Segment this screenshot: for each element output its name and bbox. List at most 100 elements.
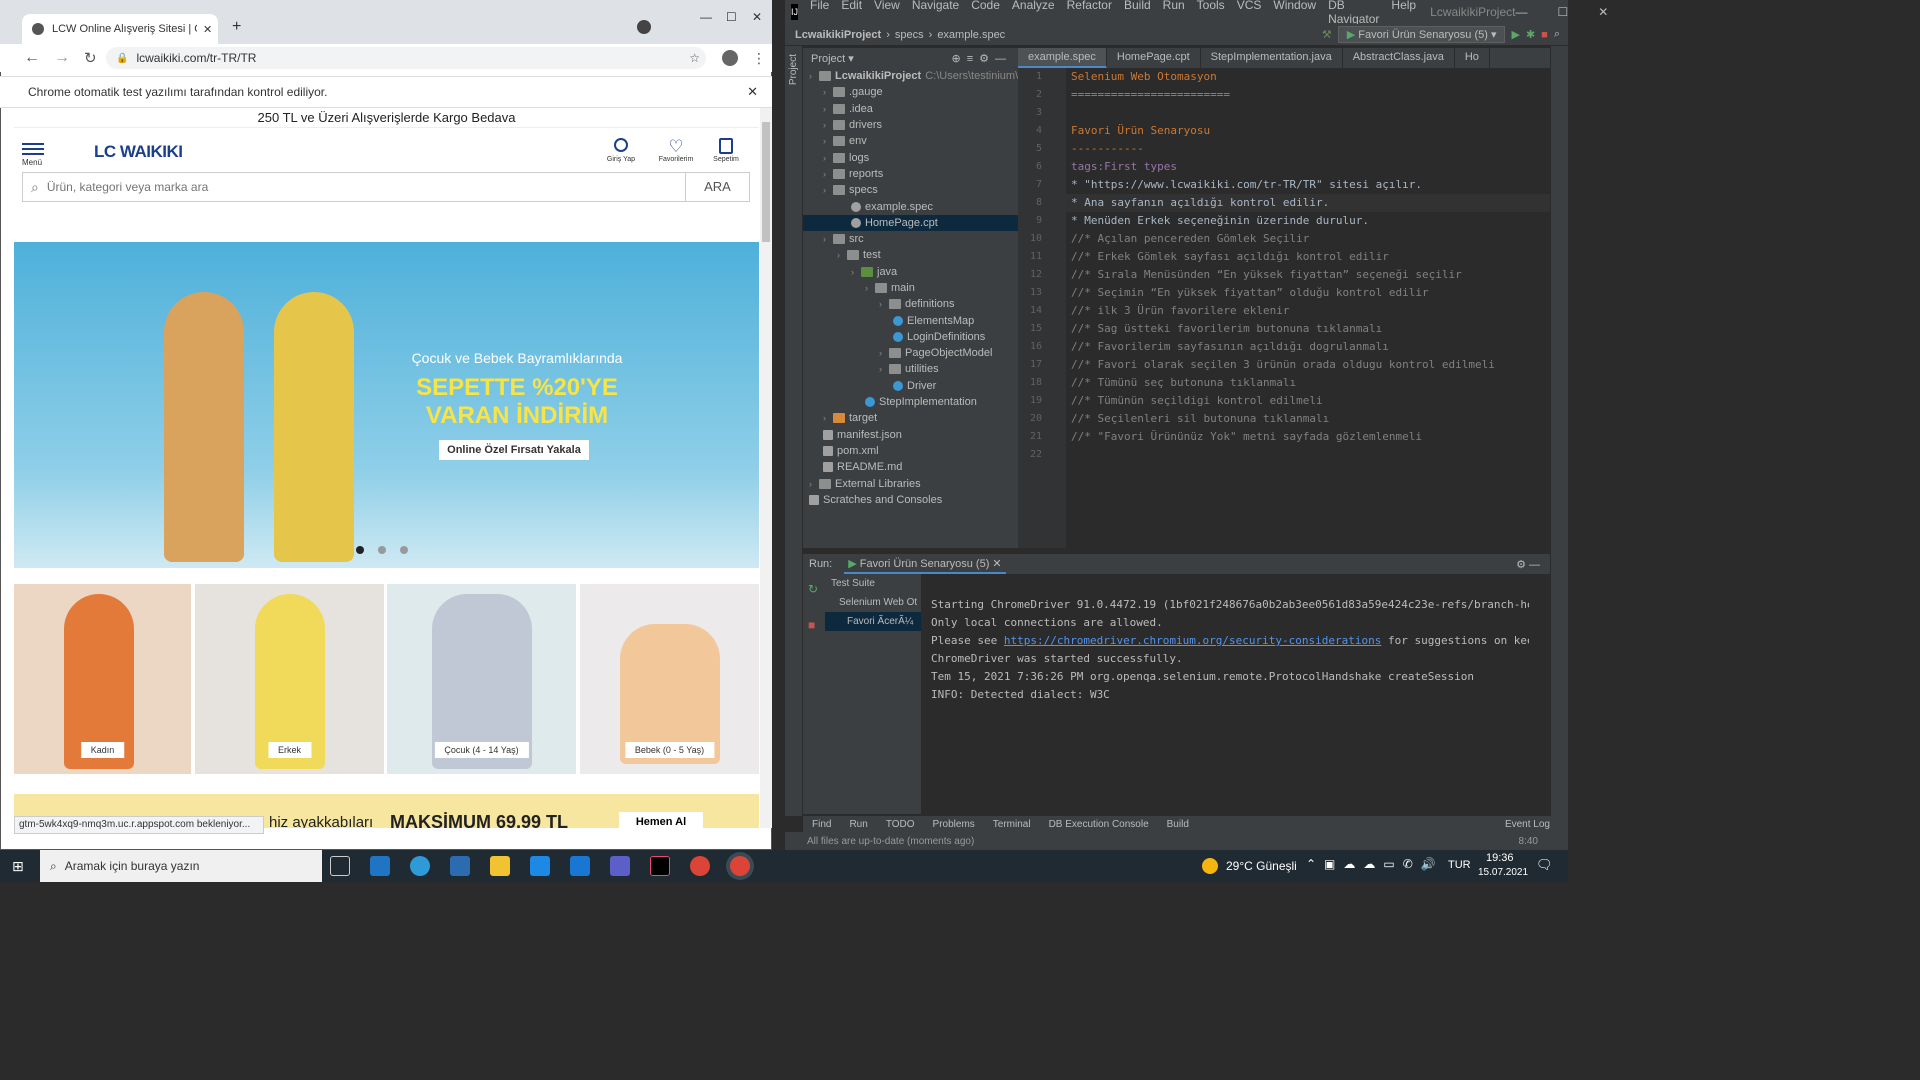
expand-arrow-icon[interactable]: › — [865, 283, 875, 293]
code-line[interactable]: //* Sırala Menüsünden “En yüksek fiyatta… — [1066, 266, 1550, 284]
run-console[interactable]: Starting ChromeDriver 91.0.4472.19 (1bf0… — [921, 596, 1529, 806]
expand-arrow-icon[interactable]: › — [823, 87, 833, 97]
chrome-active-taskbar-icon[interactable] — [730, 856, 750, 876]
expand-arrow-icon[interactable]: › — [823, 413, 833, 423]
code-line[interactable]: * Ana sayfanın açıldığı kontrol edilir. — [1066, 194, 1550, 212]
code-line[interactable]: //* Seçimin “En yüksek fiyattan” olduğu … — [1066, 284, 1550, 302]
menu-item[interactable]: Refactor — [1061, 0, 1118, 26]
expand-arrow-icon[interactable]: › — [823, 104, 833, 114]
code-line[interactable]: * "https://www.lcwaikiki.com/tr-TR/TR" s… — [1066, 176, 1550, 194]
editor-tab[interactable]: example.spec — [1018, 48, 1107, 68]
menu-item[interactable]: Navigate — [906, 0, 965, 26]
code-line[interactable]: ======================== — [1066, 86, 1550, 104]
chrome-menu-icon[interactable]: ⋮ — [752, 50, 766, 67]
close-icon[interactable]: ✕ — [1598, 5, 1608, 19]
event-log-tab[interactable]: Event Log — [1496, 819, 1568, 830]
category-kids[interactable]: Çocuk (4 - 14 Yaş) — [387, 584, 576, 774]
tree-item[interactable]: Scratches and Consoles — [803, 492, 1018, 508]
menu-item[interactable]: Analyze — [1006, 0, 1061, 26]
run-tree-item[interactable]: Favori ÃcerÃ¼ — [825, 612, 921, 631]
expand-arrow-icon[interactable]: › — [809, 479, 819, 489]
expand-arrow-icon[interactable]: › — [809, 71, 819, 81]
omnibox[interactable]: 🔒 lcwaikiki.com/tr-TR/TR ☆ — [106, 47, 706, 69]
menu-item[interactable]: Edit — [835, 0, 868, 26]
shipping-promo[interactable]: 250 TL ve Üzeri Alışverişlerde Kargo Bed… — [14, 108, 759, 128]
menu-item[interactable]: File — [804, 0, 835, 26]
tree-item[interactable]: › src — [803, 231, 1018, 247]
expand-arrow-icon[interactable]: › — [879, 348, 889, 358]
code-line[interactable]: * Menüden Erkek seçeneğinin üzerinde dur… — [1066, 212, 1550, 230]
reload-icon[interactable]: ↻ — [84, 49, 97, 67]
expand-arrow-icon[interactable]: › — [823, 185, 833, 195]
run-tab[interactable]: ▶ Favori Ürün Senaryosu (5) ✕ — [844, 555, 1006, 574]
tool-window-tab[interactable]: Build — [1158, 819, 1198, 830]
tree-item[interactable]: pom.xml — [803, 443, 1018, 459]
stop-icon[interactable]: ■ — [1541, 29, 1548, 41]
taskbar-search[interactable]: ⌕ Aramak için buraya yazın — [40, 850, 322, 882]
category-men[interactable]: Erkek — [195, 584, 384, 774]
tab-search-icon[interactable] — [637, 20, 651, 34]
code-line[interactable]: //* Seçilenleri sil butonuna tıklanmalı — [1066, 410, 1550, 428]
breadcrumb-project[interactable]: LcwaikikiProject — [785, 29, 881, 41]
tree-item[interactable]: › main — [803, 280, 1018, 296]
search-button[interactable]: ARA — [685, 173, 749, 201]
menu-item[interactable]: Tools — [1191, 0, 1231, 26]
expand-arrow-icon[interactable]: › — [823, 234, 833, 244]
code-line[interactable] — [1066, 104, 1550, 122]
code-editor[interactable]: Selenium Web Otomasyon ==================… — [1066, 68, 1550, 548]
project-panel-tools[interactable]: ⊕≡⚙— — [952, 52, 1019, 65]
stop-run-icon[interactable]: ■ — [803, 604, 825, 646]
tree-item[interactable]: Driver — [803, 378, 1018, 394]
menu-item[interactable]: View — [868, 0, 906, 26]
maximize-icon[interactable]: ☐ — [1557, 5, 1568, 19]
tree-item[interactable]: › logs — [803, 149, 1018, 165]
code-line[interactable]: ----------- — [1066, 140, 1550, 158]
file-explorer-icon[interactable] — [490, 856, 510, 876]
code-line[interactable]: Favori Ürün Senaryosu — [1066, 122, 1550, 140]
code-line[interactable]: //* Erkek Gömlek sayfası açıldığı kontro… — [1066, 248, 1550, 266]
tree-item[interactable]: › LcwaikikiProjectC:\Users\testinium\Des — [803, 68, 1018, 84]
new-tab-icon[interactable]: + — [232, 18, 241, 36]
run-icon[interactable]: ▶ — [1511, 28, 1519, 41]
tree-item[interactable]: StepImplementation — [803, 394, 1018, 410]
menu-button[interactable]: Menü — [22, 140, 44, 167]
back-icon[interactable]: ← — [24, 49, 40, 67]
tree-item[interactable]: › External Libraries — [803, 475, 1018, 491]
tree-item[interactable]: › java — [803, 264, 1018, 280]
tree-item[interactable]: › .gauge — [803, 84, 1018, 100]
menu-item[interactable]: Code — [965, 0, 1006, 26]
expand-arrow-icon[interactable]: › — [879, 364, 889, 374]
page-scrollbar[interactable] — [760, 108, 772, 828]
tool-window-tab[interactable]: Problems — [924, 819, 984, 830]
expand-arrow-icon[interactable]: › — [879, 299, 889, 309]
cart-button[interactable]: Sepetim — [708, 138, 744, 163]
rerun-icon[interactable]: ↻ — [803, 574, 825, 604]
search-everywhere-icon[interactable]: ⌕ — [1554, 28, 1560, 41]
minimize-icon[interactable]: — — [1515, 5, 1527, 19]
tree-item[interactable]: › drivers — [803, 117, 1018, 133]
tool-window-tab[interactable]: Find — [803, 819, 840, 830]
menu-item[interactable]: Window — [1267, 0, 1322, 26]
menu-item[interactable]: VCS — [1231, 0, 1268, 26]
tool-window-tab[interactable]: TODO — [877, 819, 924, 830]
edge-icon[interactable] — [410, 856, 430, 876]
window-maximize-icon[interactable]: ☐ — [726, 10, 737, 24]
code-line[interactable]: //* Açılan pencereden Gömlek Seçilir — [1066, 230, 1550, 248]
run-tree-item[interactable]: Selenium Web Ot — [825, 593, 921, 612]
console-link[interactable]: https://chromedriver.chromium.org/securi… — [1004, 634, 1382, 647]
weather-text[interactable]: 29°C Güneşli — [1226, 859, 1297, 873]
build-hammer-icon[interactable]: ⚒ — [1322, 28, 1332, 41]
app-icon-l[interactable] — [370, 856, 390, 876]
expand-arrow-icon[interactable]: › — [851, 267, 861, 277]
chrome-tab[interactable]: LCW Online Alışveriş Sitesi | Önü ✕ — [22, 14, 218, 44]
menu-item[interactable]: DB Navigator — [1322, 0, 1385, 26]
expand-arrow-icon[interactable]: › — [823, 169, 833, 179]
tree-item[interactable]: HomePage.cpt — [803, 214, 1018, 231]
breadcrumb-file[interactable]: example.spec — [937, 29, 1005, 41]
scrollbar-thumb[interactable] — [762, 122, 770, 242]
clock-date[interactable]: 15.07.2021 — [1478, 867, 1528, 878]
code-line[interactable]: //* Favori olarak seçilen 3 ürünün orada… — [1066, 356, 1550, 374]
hero-banner[interactable]: Çocuk ve Bebek Bayramlıklarında SEPETTE … — [14, 242, 759, 568]
tree-item[interactable]: › test — [803, 247, 1018, 263]
code-line[interactable]: //* Tümünü seç butonuna tıklanmalı — [1066, 374, 1550, 392]
